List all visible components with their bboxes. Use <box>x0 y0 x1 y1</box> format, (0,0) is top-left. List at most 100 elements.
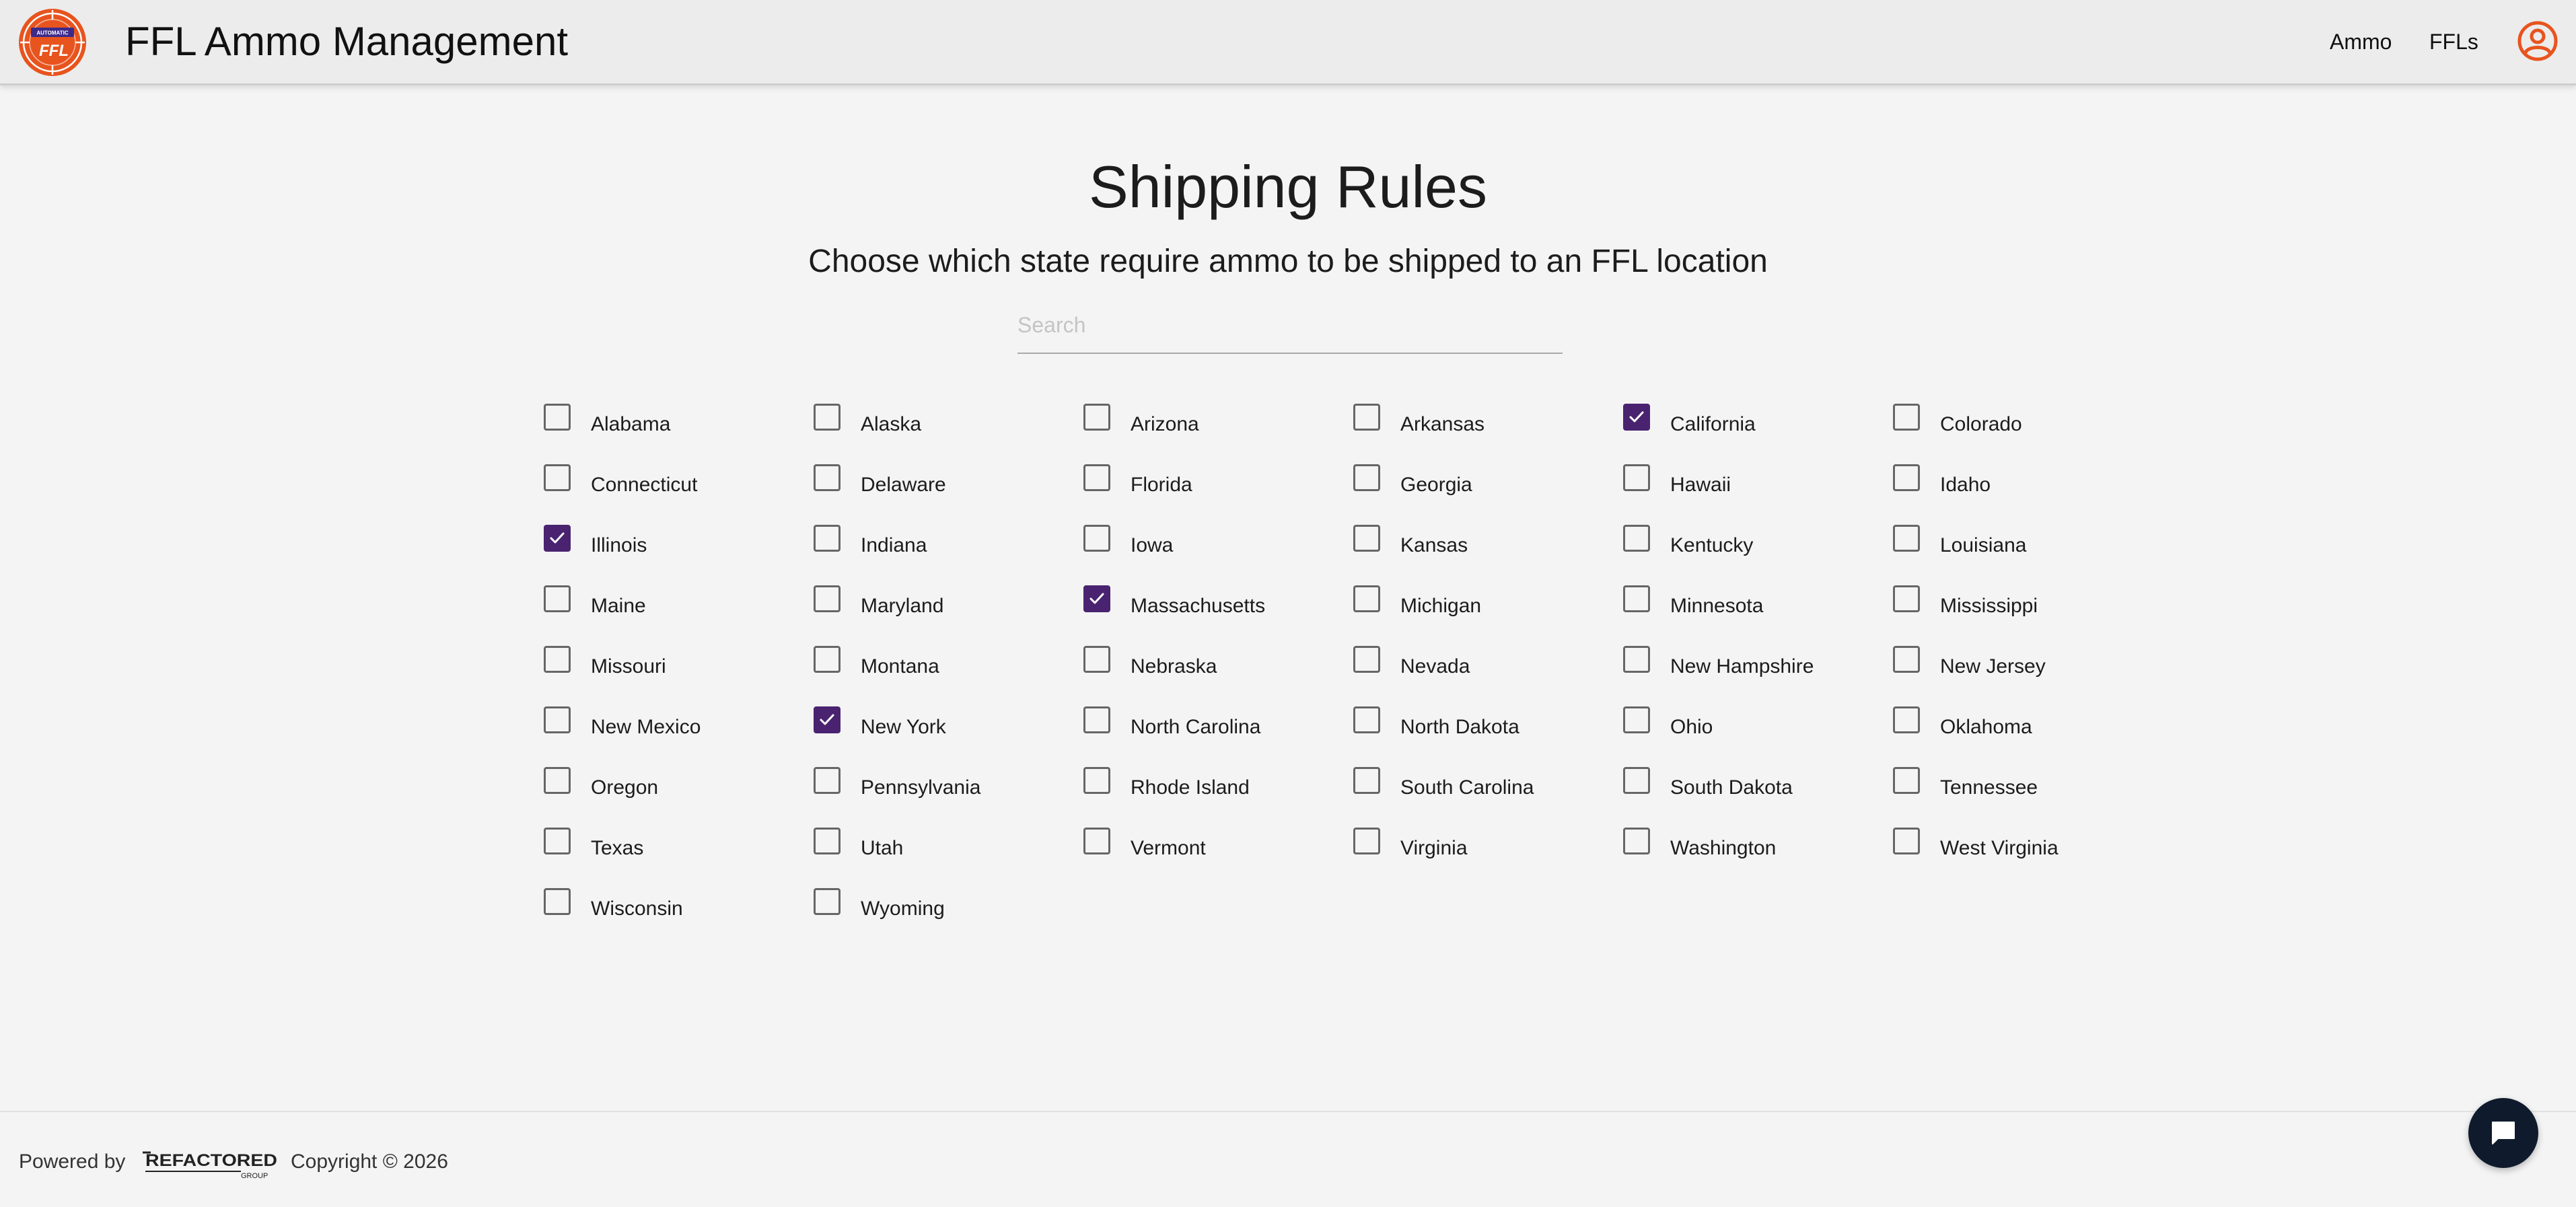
state-checkbox-item[interactable]: Idaho <box>1893 449 2163 510</box>
checkbox-unchecked[interactable] <box>1083 404 1110 431</box>
state-checkbox-item[interactable]: Massachusetts <box>1083 571 1353 631</box>
checkbox-unchecked[interactable] <box>544 404 571 431</box>
checkbox-unchecked[interactable] <box>1893 706 1920 733</box>
checkbox-unchecked[interactable] <box>1353 404 1380 431</box>
checkbox-unchecked[interactable] <box>1893 767 1920 794</box>
checkbox-unchecked[interactable] <box>1893 525 1920 552</box>
state-checkbox-item[interactable]: New Hampshire <box>1623 631 1893 692</box>
state-checkbox-item[interactable]: Illinois <box>544 510 814 571</box>
state-checkbox-item[interactable]: Michigan <box>1353 571 1623 631</box>
state-checkbox-item[interactable]: Iowa <box>1083 510 1353 571</box>
state-checkbox-item[interactable]: Louisiana <box>1893 510 2163 571</box>
nav-link-ffls[interactable]: FFLs <box>2429 27 2478 57</box>
refactored-group-logo[interactable]: REFACTORED GROUP <box>140 1148 280 1181</box>
state-checkbox-item[interactable]: Utah <box>814 813 1083 873</box>
app-logo[interactable]: AUTOMATIC FFL <box>17 7 87 77</box>
checkbox-unchecked[interactable] <box>1623 767 1650 794</box>
checkbox-checked[interactable] <box>814 706 840 733</box>
checkbox-unchecked[interactable] <box>544 646 571 673</box>
checkbox-unchecked[interactable] <box>1353 828 1380 854</box>
checkbox-unchecked[interactable] <box>1893 464 1920 491</box>
checkbox-unchecked[interactable] <box>544 706 571 733</box>
checkbox-unchecked[interactable] <box>1893 585 1920 612</box>
checkbox-unchecked[interactable] <box>1353 706 1380 733</box>
state-checkbox-item[interactable]: North Carolina <box>1083 692 1353 752</box>
checkbox-unchecked[interactable] <box>1893 828 1920 854</box>
checkbox-unchecked[interactable] <box>1083 706 1110 733</box>
state-checkbox-item[interactable]: New Mexico <box>544 692 814 752</box>
state-checkbox-item[interactable]: New Jersey <box>1893 631 2163 692</box>
state-checkbox-item[interactable]: Pennsylvania <box>814 752 1083 813</box>
checkbox-checked[interactable] <box>1623 404 1650 431</box>
state-checkbox-item[interactable]: Montana <box>814 631 1083 692</box>
checkbox-unchecked[interactable] <box>1623 646 1650 673</box>
checkbox-unchecked[interactable] <box>1353 525 1380 552</box>
checkbox-unchecked[interactable] <box>1353 646 1380 673</box>
checkbox-unchecked[interactable] <box>1623 828 1650 854</box>
state-checkbox-item[interactable]: Alaska <box>814 389 1083 449</box>
state-checkbox-item[interactable]: Nebraska <box>1083 631 1353 692</box>
checkbox-unchecked[interactable] <box>544 888 571 915</box>
checkbox-unchecked[interactable] <box>1083 525 1110 552</box>
checkbox-unchecked[interactable] <box>1623 464 1650 491</box>
state-checkbox-item[interactable]: Arkansas <box>1353 389 1623 449</box>
state-checkbox-item[interactable]: West Virginia <box>1893 813 2163 873</box>
checkbox-unchecked[interactable] <box>1623 585 1650 612</box>
state-checkbox-item[interactable]: North Dakota <box>1353 692 1623 752</box>
checkbox-unchecked[interactable] <box>1353 585 1380 612</box>
state-checkbox-item[interactable]: Nevada <box>1353 631 1623 692</box>
checkbox-unchecked[interactable] <box>1353 464 1380 491</box>
checkbox-unchecked[interactable] <box>1623 525 1650 552</box>
state-checkbox-item[interactable]: Georgia <box>1353 449 1623 510</box>
checkbox-unchecked[interactable] <box>814 404 840 431</box>
nav-link-ammo[interactable]: Ammo <box>2330 27 2392 57</box>
state-checkbox-item[interactable]: New York <box>814 692 1083 752</box>
state-checkbox-item[interactable]: Vermont <box>1083 813 1353 873</box>
state-checkbox-item[interactable]: Alabama <box>544 389 814 449</box>
checkbox-unchecked[interactable] <box>1083 464 1110 491</box>
checkbox-unchecked[interactable] <box>544 464 571 491</box>
checkbox-unchecked[interactable] <box>814 646 840 673</box>
checkbox-unchecked[interactable] <box>1893 646 1920 673</box>
checkbox-unchecked[interactable] <box>1623 706 1650 733</box>
state-checkbox-item[interactable]: Florida <box>1083 449 1353 510</box>
checkbox-unchecked[interactable] <box>814 464 840 491</box>
state-checkbox-item[interactable]: South Carolina <box>1353 752 1623 813</box>
checkbox-unchecked[interactable] <box>1083 828 1110 854</box>
state-checkbox-item[interactable]: Kentucky <box>1623 510 1893 571</box>
checkbox-unchecked[interactable] <box>814 828 840 854</box>
state-checkbox-item[interactable]: Minnesota <box>1623 571 1893 631</box>
state-checkbox-item[interactable]: Wyoming <box>814 873 1083 934</box>
checkbox-unchecked[interactable] <box>1353 767 1380 794</box>
state-checkbox-item[interactable]: Missouri <box>544 631 814 692</box>
state-checkbox-item[interactable]: Wisconsin <box>544 873 814 934</box>
state-checkbox-item[interactable]: South Dakota <box>1623 752 1893 813</box>
state-checkbox-item[interactable]: Maine <box>544 571 814 631</box>
state-checkbox-item[interactable]: Virginia <box>1353 813 1623 873</box>
state-checkbox-item[interactable]: Washington <box>1623 813 1893 873</box>
state-checkbox-item[interactable]: Connecticut <box>544 449 814 510</box>
checkbox-unchecked[interactable] <box>814 888 840 915</box>
search-input[interactable] <box>1017 307 1563 343</box>
checkbox-unchecked[interactable] <box>814 525 840 552</box>
state-checkbox-item[interactable]: Indiana <box>814 510 1083 571</box>
state-checkbox-item[interactable]: Delaware <box>814 449 1083 510</box>
checkbox-unchecked[interactable] <box>1083 646 1110 673</box>
checkbox-checked[interactable] <box>1083 585 1110 612</box>
state-checkbox-item[interactable]: California <box>1623 389 1893 449</box>
state-checkbox-item[interactable]: Oregon <box>544 752 814 813</box>
chat-button[interactable] <box>2468 1098 2538 1168</box>
state-checkbox-item[interactable]: Colorado <box>1893 389 2163 449</box>
state-checkbox-item[interactable]: Mississippi <box>1893 571 2163 631</box>
checkbox-unchecked[interactable] <box>544 585 571 612</box>
state-checkbox-item[interactable]: Rhode Island <box>1083 752 1353 813</box>
state-checkbox-item[interactable]: Hawaii <box>1623 449 1893 510</box>
checkbox-unchecked[interactable] <box>544 828 571 854</box>
checkbox-unchecked[interactable] <box>1083 767 1110 794</box>
checkbox-unchecked[interactable] <box>814 585 840 612</box>
state-checkbox-item[interactable]: Oklahoma <box>1893 692 2163 752</box>
state-checkbox-item[interactable]: Texas <box>544 813 814 873</box>
state-checkbox-item[interactable]: Ohio <box>1623 692 1893 752</box>
checkbox-unchecked[interactable] <box>814 767 840 794</box>
state-checkbox-item[interactable]: Kansas <box>1353 510 1623 571</box>
